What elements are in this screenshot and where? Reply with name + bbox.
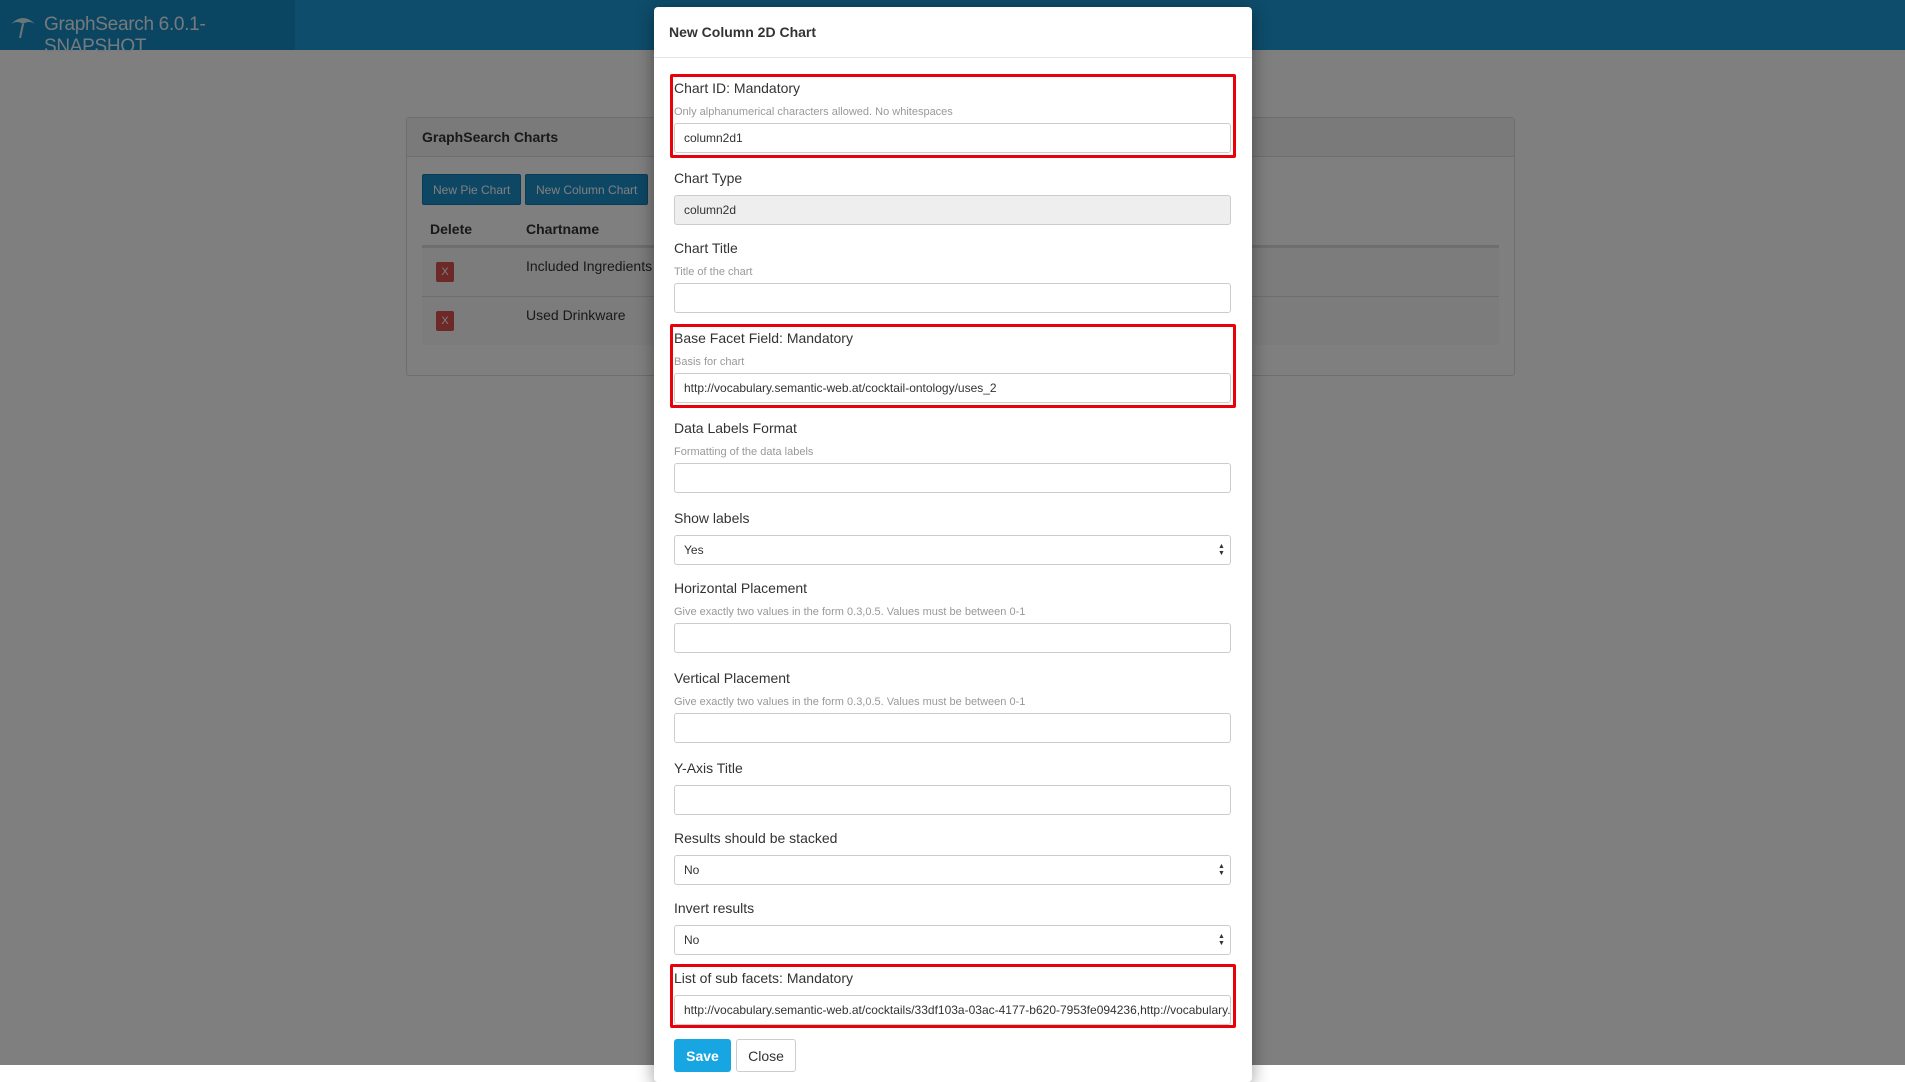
horizontal-placement-group: Horizontal Placement Give exactly two va… [674, 579, 1231, 659]
y-axis-label: Y-Axis Title [674, 760, 743, 776]
save-button[interactable]: Save [674, 1039, 731, 1072]
modal-title: New Column 2D Chart [654, 7, 1252, 58]
mandatory-highlight-base-facet [670, 324, 1236, 408]
stacked-label: Results should be stacked [674, 830, 838, 846]
chart-title-input[interactable] [674, 283, 1231, 313]
show-labels-value: Yes [684, 543, 704, 557]
horizontal-placement-help: Give exactly two values in the form 0.3,… [674, 606, 1026, 618]
data-labels-help: Formatting of the data labels [674, 446, 814, 458]
show-labels-label: Show labels [674, 510, 750, 526]
stacked-group: Results should be stacked No ▲ ▼ [674, 829, 1231, 889]
show-labels-group: Show labels Yes ▲ ▼ [674, 509, 1231, 569]
close-button[interactable]: Close [736, 1039, 796, 1072]
data-labels-group: Data Labels Format Formatting of the dat… [674, 419, 1231, 499]
chart-title-group: Chart Title Title of the chart [674, 239, 1231, 319]
mandatory-highlight-chart-id [670, 74, 1236, 158]
invert-select[interactable]: No ▲ ▼ [674, 925, 1231, 955]
vertical-placement-input[interactable] [674, 713, 1231, 743]
invert-value: No [684, 933, 700, 947]
invert-label: Invert results [674, 900, 755, 916]
stacked-select[interactable]: No ▲ ▼ [674, 855, 1231, 885]
select-arrows-icon: ▲ ▼ [1218, 933, 1225, 947]
horizontal-placement-label: Horizontal Placement [674, 580, 808, 596]
invert-group: Invert results No ▲ ▼ [674, 899, 1231, 959]
y-axis-input[interactable] [674, 785, 1231, 815]
y-axis-group: Y-Axis Title [674, 759, 1231, 819]
chart-type-input: column2d [674, 195, 1231, 225]
data-labels-input[interactable] [674, 463, 1231, 493]
chart-type-group: Chart Type column2d [674, 169, 1231, 229]
stacked-value: No [684, 863, 700, 877]
chart-title-label: Chart Title [674, 240, 738, 256]
vertical-placement-help: Give exactly two values in the form 0.3,… [674, 696, 1026, 708]
horizontal-placement-input[interactable] [674, 623, 1231, 653]
vertical-placement-group: Vertical Placement Give exactly two valu… [674, 669, 1231, 749]
show-labels-select[interactable]: Yes ▲ ▼ [674, 535, 1231, 565]
chart-title-help: Title of the chart [674, 266, 753, 278]
select-arrows-icon: ▲ ▼ [1218, 863, 1225, 877]
chart-type-label: Chart Type [674, 170, 743, 186]
new-chart-modal: New Column 2D Chart Chart ID: Mandatory … [654, 7, 1252, 1082]
select-arrows-icon: ▲ ▼ [1218, 543, 1225, 557]
mandatory-highlight-sub-facets [670, 964, 1236, 1028]
vertical-placement-label: Vertical Placement [674, 670, 790, 686]
data-labels-label: Data Labels Format [674, 420, 797, 436]
